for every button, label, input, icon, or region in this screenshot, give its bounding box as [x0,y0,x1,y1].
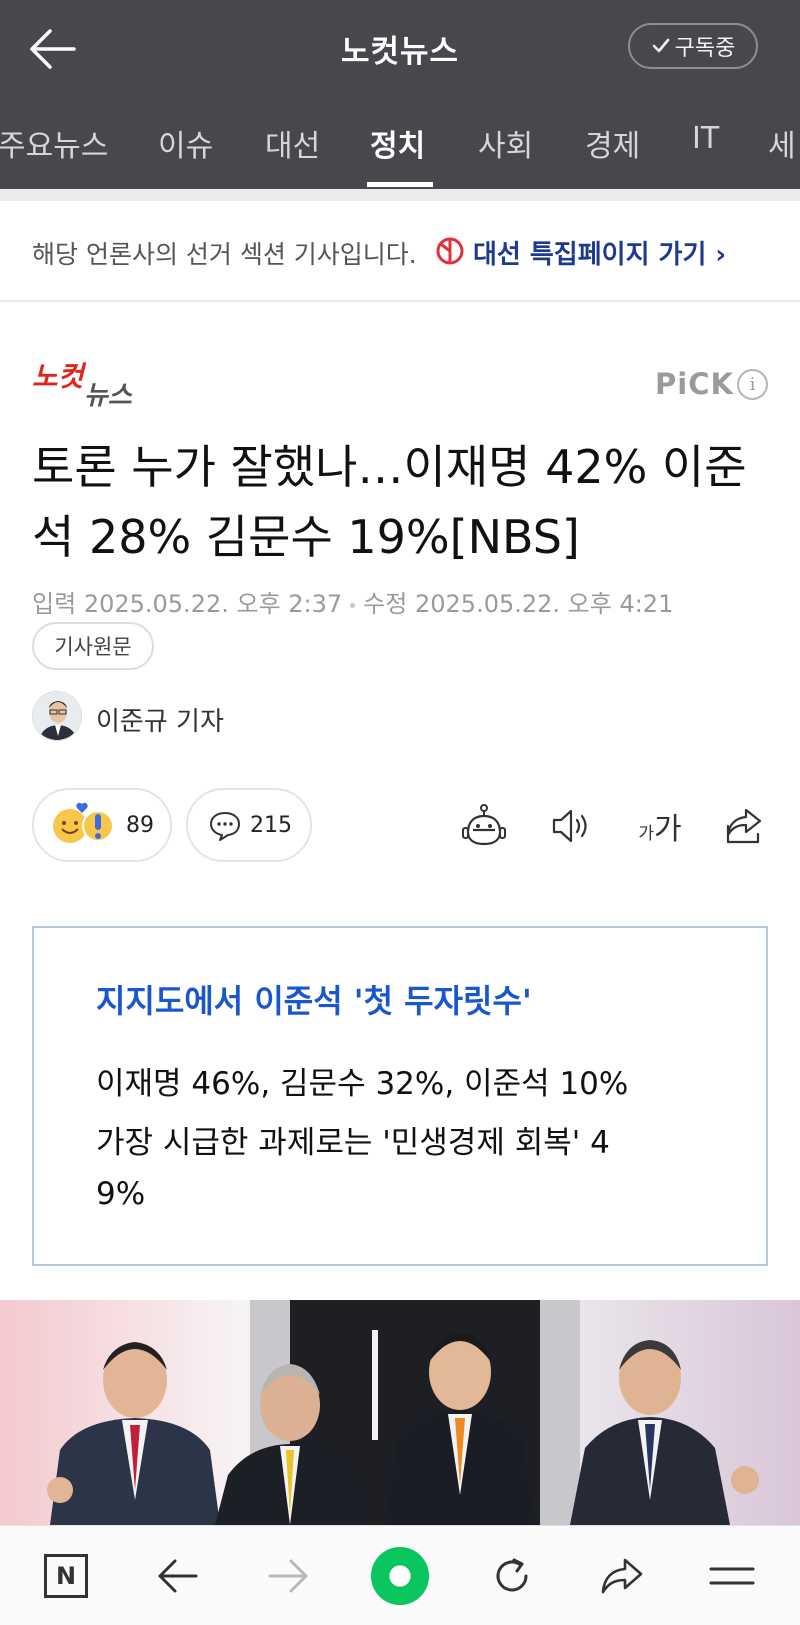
browser-bottom-nav: N [0,1525,800,1625]
active-tab-indicator [367,182,433,187]
refresh-button[interactable] [482,1546,542,1606]
article-summary-box: 지지도에서 이준석 '첫 두자릿수' 이재명 46%, 김문수 32%, 이준석… [32,926,768,1266]
subscribe-button[interactable]: 구독중 [628,23,758,69]
reaction-count: 89 [126,813,154,838]
reporter-avatar[interactable] [32,691,82,741]
tab-main-news[interactable]: 주요뉴스 [0,121,108,165]
election-page-link[interactable]: 대선 특집페이지 가기 › [473,234,726,271]
comment-button[interactable]: 215 [186,788,312,862]
forward-nav-button[interactable] [258,1546,318,1606]
speaker-icon [552,809,587,843]
tab-economy[interactable]: 경제 [585,121,640,165]
subscribe-label: 구독중 [674,36,736,61]
naver-home-button[interactable]: N [36,1546,96,1606]
reporter-name[interactable]: 이준규 기자 [96,701,224,738]
press-logo[interactable]: 노컷 뉴스 [32,360,152,408]
tab-issue[interactable]: 이슈 [158,121,213,165]
share-arrow-icon [601,1558,643,1594]
comment-count: 215 [250,813,292,838]
green-dot-button[interactable] [370,1546,430,1606]
ballot-stamp-icon [436,237,464,265]
article-headline: 토론 누가 잘했나…이재명 42% 이준석 28% 김문수 19%[NBS] [32,440,747,564]
modified-date: 2025.05.22. 오후 4:21 [414,590,674,618]
app-header: 노컷뉴스 구독중 [0,0,800,97]
arrow-right-icon [268,1559,308,1593]
summary-line-1: 이재명 46%, 김문수 32%, 이준석 10% [96,1066,629,1102]
green-dot-icon [370,1546,430,1606]
check-icon [652,38,669,53]
input-label: 입력 [32,590,77,618]
article-photo[interactable] [0,1300,800,1525]
divider [0,189,800,201]
svg-text:노컷: 노컷 [32,361,87,392]
heart-icon [76,802,88,813]
category-tabs: 주요뉴스 이슈 대선 정치 사회 경제 IT 세 [0,97,800,189]
election-banner[interactable]: 해당 언론사의 선거 섹션 기사입니다. 대선 특집페이지 가기 › [0,201,800,302]
tts-button[interactable] [544,800,596,852]
tab-world[interactable]: 세 [768,121,796,165]
summary-line-2: 가장 시급한 과제로는 '민생경제 회복' 4 [96,1125,610,1161]
share-button[interactable] [718,800,770,852]
font-small-glyph: 가 [638,823,655,844]
summary-title: 지지도에서 이준석 '첫 두자릿수' [96,982,532,1020]
refresh-icon [496,1558,528,1592]
summary-line-3: 9% [96,1176,146,1212]
pick-label: PiCK [655,367,734,401]
input-date: 2025.05.22. 오후 2:37 [83,590,343,618]
tab-it[interactable]: IT [692,121,719,156]
svg-text:뉴스: 뉴스 [84,380,133,408]
reaction-button[interactable]: 89 [32,788,172,862]
tab-election[interactable]: 대선 [265,121,320,165]
banner-text: 해당 언론사의 선거 섹션 기사입니다. [32,240,417,269]
separator-dot [350,602,356,608]
comment-icon [210,812,240,841]
info-icon[interactable]: i [737,369,768,400]
font-size-button[interactable]: 가 가 [630,800,690,852]
modified-label: 수정 [363,590,408,618]
font-large-glyph: 가 [654,812,682,847]
share-icon [726,808,762,844]
menu-icon [709,1567,755,1585]
robot-icon [462,804,506,846]
tab-politics[interactable]: 정치 [370,121,425,165]
tab-society[interactable]: 사회 [478,121,533,165]
back-nav-button[interactable] [148,1546,208,1606]
share-nav-button[interactable] [592,1546,652,1606]
article-dates: 입력 2025.05.22. 오후 2:37 수정 2025.05.22. 오후 … [32,584,673,619]
menu-button[interactable] [702,1546,762,1606]
original-article-button[interactable]: 기사원문 [32,622,154,670]
summary-bot-button[interactable] [458,800,510,852]
arrow-left-icon [158,1559,198,1593]
naver-n-icon: N [44,1554,88,1598]
